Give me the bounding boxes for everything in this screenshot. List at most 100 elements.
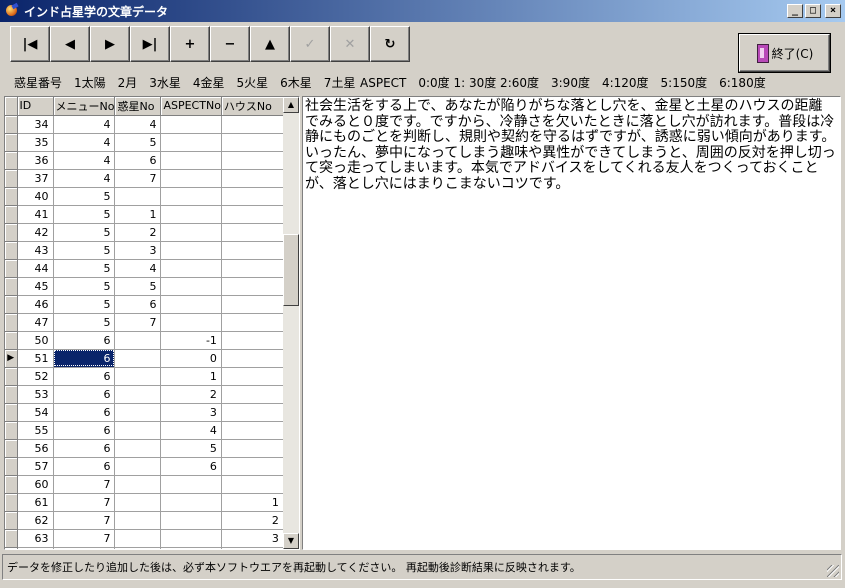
insert-record-button[interactable]: + <box>170 26 210 62</box>
row-indicator[interactable] <box>5 511 18 530</box>
table-row[interactable]: 50 6 -1 <box>5 331 284 350</box>
table-row[interactable]: 41 5 1 <box>5 205 284 224</box>
table-cell[interactable] <box>160 241 222 260</box>
table-cell[interactable]: 5 <box>53 205 116 224</box>
table-cell[interactable]: 46 <box>17 295 54 314</box>
table-cell[interactable] <box>221 475 284 494</box>
table-cell[interactable]: 35 <box>17 133 54 152</box>
title-bar[interactable]: インド占星学の文章データ _ □ × <box>0 0 845 22</box>
table-cell[interactable]: 40 <box>17 187 54 206</box>
table-cell[interactable] <box>160 529 222 548</box>
table-cell[interactable]: 5 <box>53 241 116 260</box>
table-cell[interactable] <box>114 187 162 206</box>
table-cell[interactable] <box>160 277 222 296</box>
row-indicator[interactable] <box>5 313 18 332</box>
column-header-menu-no[interactable]: メニューNo <box>53 97 116 116</box>
table-cell[interactable]: 7 <box>53 511 116 530</box>
table-cell[interactable] <box>221 169 284 188</box>
table-cell[interactable] <box>114 421 162 440</box>
table-cell[interactable]: 7 <box>53 475 116 494</box>
row-indicator[interactable] <box>5 475 18 494</box>
table-cell[interactable] <box>114 529 162 548</box>
table-cell[interactable] <box>221 349 284 368</box>
table-cell[interactable]: 7 <box>53 493 116 512</box>
row-indicator[interactable] <box>5 295 18 314</box>
close-window-button[interactable]: × <box>825 4 841 18</box>
maximize-button[interactable]: □ <box>805 4 821 18</box>
table-cell[interactable]: 47 <box>17 313 54 332</box>
table-cell[interactable]: 2 <box>114 223 162 242</box>
table-cell[interactable]: 1 <box>114 205 162 224</box>
table-cell[interactable] <box>114 511 162 530</box>
current-row-indicator-icon[interactable]: ▶ <box>5 349 18 368</box>
table-cell[interactable]: 6 <box>53 421 116 440</box>
table-cell[interactable] <box>221 187 284 206</box>
table-cell[interactable]: 45 <box>17 277 54 296</box>
table-row[interactable]: 36 4 6 <box>5 151 284 170</box>
table-row[interactable]: 647 4 <box>5 547 284 549</box>
column-header-aspect-no[interactable]: ASPECTNo <box>160 97 222 116</box>
table-cell[interactable]: 5 <box>160 439 222 458</box>
next-record-button[interactable]: ▶ <box>90 26 130 62</box>
table-cell[interactable] <box>221 313 284 332</box>
table-cell[interactable] <box>114 439 162 458</box>
table-cell[interactable]: 3 <box>160 403 222 422</box>
first-record-button[interactable]: |◀ <box>10 26 50 62</box>
table-row[interactable]: 43 5 3 <box>5 241 284 260</box>
refresh-record-button[interactable]: ↻ <box>370 26 410 62</box>
minimize-button[interactable]: _ <box>787 4 803 18</box>
table-row[interactable]: 60 7 <box>5 475 284 494</box>
table-row[interactable]: ▶ 51 6 0 <box>5 349 284 368</box>
table-cell[interactable]: 6 <box>53 367 116 386</box>
cancel-record-button[interactable]: ✕ <box>330 26 370 62</box>
table-row[interactable]: 56 6 5 <box>5 439 284 458</box>
table-cell[interactable]: 6 <box>53 403 116 422</box>
table-cell[interactable]: 3 <box>221 529 284 548</box>
table-cell[interactable] <box>221 385 284 404</box>
table-cell[interactable] <box>160 295 222 314</box>
table-cell[interactable] <box>160 115 222 134</box>
table-row[interactable]: 63 7 3 <box>5 529 284 548</box>
table-cell[interactable] <box>221 295 284 314</box>
exit-button[interactable]: 終了(C) <box>739 34 830 72</box>
table-cell[interactable]: 6 <box>53 331 116 350</box>
table-cell[interactable]: 34 <box>17 115 54 134</box>
table-cell[interactable] <box>114 493 162 512</box>
table-cell[interactable]: 7 <box>114 169 162 188</box>
table-cell[interactable]: 57 <box>17 457 54 476</box>
table-cell[interactable]: 56 <box>17 439 54 458</box>
table-row[interactable]: 46 5 6 <box>5 295 284 314</box>
table-cell[interactable] <box>221 133 284 152</box>
table-cell[interactable] <box>160 151 222 170</box>
app-icon[interactable] <box>4 3 20 19</box>
table-cell[interactable]: 5 <box>53 187 116 206</box>
table-cell[interactable]: 43 <box>17 241 54 260</box>
table-cell[interactable]: 6 <box>53 457 116 476</box>
table-cell[interactable] <box>221 331 284 350</box>
table-row[interactable]: 37 4 7 <box>5 169 284 188</box>
row-indicator[interactable] <box>5 187 18 206</box>
table-cell[interactable]: 36 <box>17 151 54 170</box>
table-cell[interactable] <box>221 457 284 476</box>
table-cell[interactable]: 60 <box>17 475 54 494</box>
row-indicator[interactable] <box>5 547 18 549</box>
table-cell[interactable]: 6 <box>160 457 222 476</box>
table-row[interactable]: 57 6 6 <box>5 457 284 476</box>
table-cell[interactable]: 5 <box>53 313 116 332</box>
table-row[interactable]: 52 6 1 <box>5 367 284 386</box>
table-cell[interactable] <box>160 187 222 206</box>
table-cell[interactable]: 4 <box>53 133 116 152</box>
row-indicator[interactable] <box>5 457 18 476</box>
row-indicator[interactable] <box>5 529 18 548</box>
table-cell[interactable]: 51 <box>17 349 54 368</box>
table-cell[interactable]: 5 <box>53 223 116 242</box>
table-cell[interactable] <box>221 205 284 224</box>
last-record-button[interactable]: ▶| <box>130 26 170 62</box>
table-cell[interactable]: 62 <box>17 511 54 530</box>
row-indicator[interactable] <box>5 115 18 134</box>
table-cell[interactable] <box>221 259 284 278</box>
row-indicator[interactable] <box>5 205 18 224</box>
row-indicator[interactable] <box>5 223 18 242</box>
scroll-thumb[interactable] <box>283 234 299 306</box>
table-cell[interactable] <box>160 493 222 512</box>
